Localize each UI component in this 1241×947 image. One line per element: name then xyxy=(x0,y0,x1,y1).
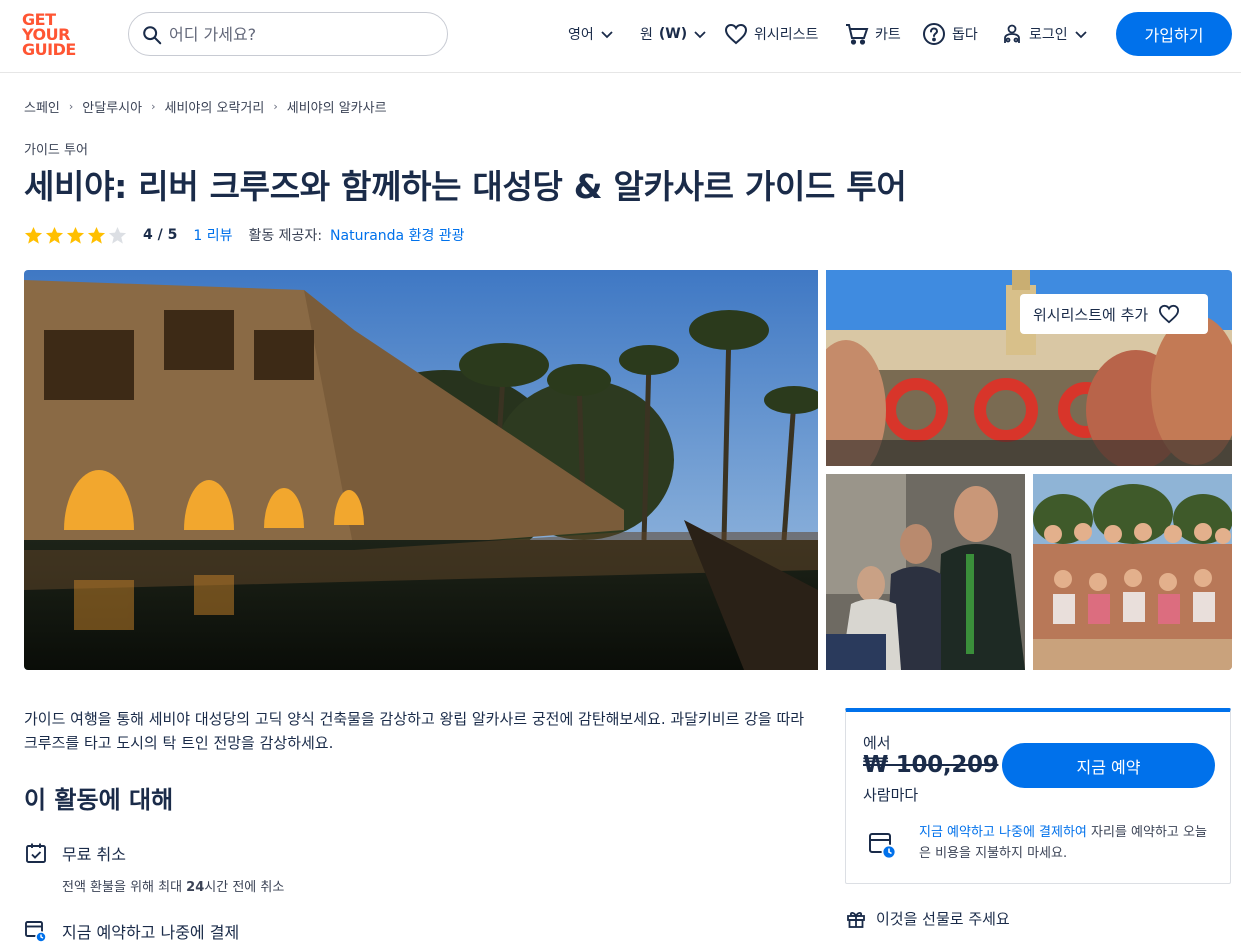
wishlist-link[interactable]: 위시리스트 xyxy=(724,22,818,46)
cart-link[interactable]: 카트 xyxy=(845,22,901,46)
gift-link[interactable]: 이것을 선물로 주세요 xyxy=(846,908,1010,929)
breadcrumb: 스페인 › 안달루시아 › 세비야의 오락거리 › 세비야의 알카사르 xyxy=(24,97,387,116)
provider-link[interactable]: Naturanda 환경 관광 xyxy=(330,225,465,245)
feature-subtext-part: 시간 전에 취소 xyxy=(204,880,285,895)
wishlist-add-label: 위시리스트에 추가 xyxy=(1033,305,1149,324)
heart-icon xyxy=(1159,304,1180,324)
chevron-down-icon xyxy=(694,31,706,39)
star-empty-icon xyxy=(108,226,127,244)
breadcrumb-item[interactable]: 세비야의 오락거리 xyxy=(165,97,265,116)
chevron-right-icon: › xyxy=(68,100,74,113)
language-label: 영어 xyxy=(568,27,594,43)
book-now-button[interactable]: 지금 예약 xyxy=(1002,743,1215,788)
activity-category: 가이드 투어 xyxy=(24,143,88,158)
gallery-photo-group[interactable] xyxy=(1033,474,1232,670)
star-rating xyxy=(24,226,127,245)
getyourguide-logo[interactable]: GET YOUR GUIDE xyxy=(22,12,82,60)
login-label: 로그인 xyxy=(1029,27,1068,43)
alcazar-pond-photo xyxy=(24,270,818,670)
gallery-main-photo[interactable] xyxy=(24,270,818,670)
currency-label: 원 xyxy=(640,27,653,43)
reserve-pay-later-link[interactable]: 지금 예약하고 나중에 결제하여 xyxy=(919,825,1087,840)
heart-icon xyxy=(724,23,748,45)
chevron-down-icon xyxy=(1075,31,1087,39)
feature-title: 무료 취소 xyxy=(62,845,126,864)
logo-line-3: GUIDE xyxy=(22,40,76,59)
gift-label: 이것을 선물로 주세요 xyxy=(876,910,1010,928)
feature-subtext-part: 전액 환불을 위해 최대 xyxy=(62,880,187,895)
login-menu[interactable]: 로그인 xyxy=(1001,22,1088,46)
rating-row: 4 / 5 1 리뷰 활동 제공자: Naturanda 환경 관광 xyxy=(24,224,465,246)
language-selector[interactable]: 영어 xyxy=(568,22,614,46)
breadcrumb-item[interactable]: 스페인 xyxy=(24,97,60,116)
signup-button[interactable]: 가입하기 xyxy=(1116,12,1232,56)
add-to-wishlist-button[interactable]: 위시리스트에 추가 xyxy=(1020,294,1208,334)
search-box[interactable] xyxy=(128,12,448,56)
cart-icon xyxy=(846,24,869,45)
currency-selector[interactable]: 원 (W) xyxy=(640,22,707,46)
star-icon xyxy=(66,226,85,244)
help-link[interactable]: 돕다 xyxy=(922,22,978,46)
cart-label: 카트 xyxy=(875,27,901,43)
feature-reserve-pay-later: 지금 예약하고 나중에 결제 xyxy=(24,918,239,944)
booking-card: 에서 ₩ 100,209 사람마다 지금 예약 지금 예약하고 나중에 결제하여… xyxy=(845,708,1231,884)
currency-code: (W) xyxy=(658,26,688,42)
page-title: 세비야: 리버 크루즈와 함께하는 대성당 & 알카사르 가이드 투어 xyxy=(24,167,907,206)
gift-icon xyxy=(847,911,865,928)
help-label: 돕다 xyxy=(952,27,978,43)
guide-group-photo xyxy=(826,474,1025,670)
search-input[interactable] xyxy=(169,21,429,47)
rating-value: 4 / 5 xyxy=(143,227,178,243)
price-per-person: 사람마다 xyxy=(863,786,919,804)
calendar-clock-icon xyxy=(869,833,897,860)
breadcrumb-item[interactable]: 세비야의 알카사르 xyxy=(287,97,387,116)
price-from-label: 에서 xyxy=(863,734,891,752)
reserve-pay-later-note: 지금 예약하고 나중에 결제하여 자리를 예약하고 오늘은 비용을 지불하지 마… xyxy=(919,822,1213,864)
feature-title: 지금 예약하고 나중에 결제 xyxy=(62,923,240,942)
calendar-check-icon xyxy=(26,843,46,863)
tour-group-photo xyxy=(1033,474,1232,670)
search-icon xyxy=(143,26,162,45)
star-icon xyxy=(87,226,106,244)
feature-free-cancellation: 무료 취소 xyxy=(24,841,126,865)
wishlist-label: 위시리스트 xyxy=(754,27,819,43)
help-icon xyxy=(923,23,945,45)
feature-subtext-hours: 24 xyxy=(186,880,205,895)
gallery-photo-guide[interactable] xyxy=(826,474,1025,670)
user-group-icon xyxy=(1004,24,1020,43)
activity-description: 가이드 여행을 통해 세비야 대성당의 고딕 양식 건축물을 감상하고 왕립 알… xyxy=(24,710,805,752)
top-header: GET YOUR GUIDE 영어 원 (W) 위시리스트 카트 돕다 로그인 … xyxy=(0,0,1241,73)
provider-label: 활동 제공자: xyxy=(248,228,323,244)
calendar-clock-icon xyxy=(25,921,47,943)
star-icon xyxy=(45,226,64,244)
about-section-title: 이 활동에 대해 xyxy=(24,786,174,814)
chevron-right-icon: › xyxy=(273,100,278,113)
feature-subtext: 전액 환불을 위해 최대 24시간 전에 취소 xyxy=(62,876,284,895)
chevron-right-icon: › xyxy=(151,100,156,113)
star-icon xyxy=(24,226,43,244)
reviews-link[interactable]: 1 리뷰 xyxy=(193,225,232,245)
breadcrumb-item[interactable]: 안달루시아 xyxy=(82,97,142,116)
price-value: ₩ 100,209 xyxy=(863,752,999,778)
chevron-down-icon xyxy=(601,31,613,39)
